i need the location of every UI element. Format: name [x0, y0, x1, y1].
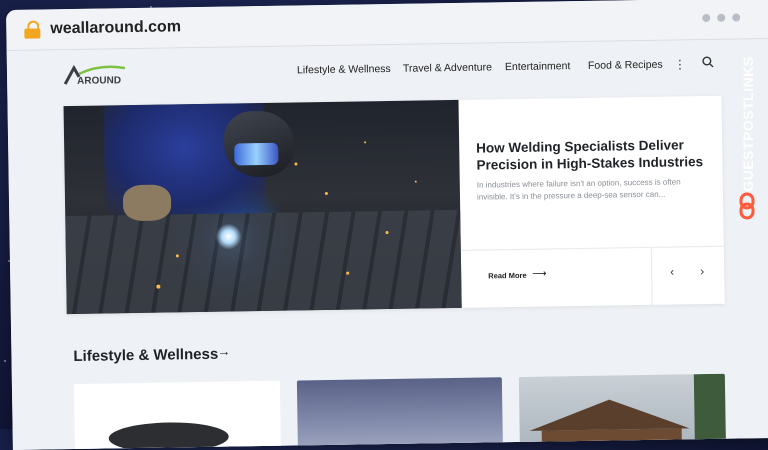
- search-icon[interactable]: [702, 56, 714, 68]
- arrow-right-icon[interactable]: ⟶: [532, 269, 547, 280]
- nav-lifestyle-wellness[interactable]: Lifestyle & Wellness: [297, 63, 391, 76]
- divider: [650, 246, 653, 305]
- post-card[interactable]: [518, 373, 727, 450]
- nav-travel-adventure[interactable]: Travel & Adventure: [403, 61, 492, 74]
- post-card[interactable]: [296, 377, 504, 450]
- arrow-right-icon[interactable]: →: [217, 344, 230, 359]
- section-title[interactable]: Lifestyle & Wellness: [73, 346, 218, 365]
- hero-image[interactable]: [63, 99, 462, 315]
- star: [4, 360, 6, 362]
- window-controls: [702, 13, 741, 23]
- web-page: AROUND Lifestyle & Wellness Travel & Adv…: [6, 38, 768, 450]
- site-header: AROUND Lifestyle & Wellness Travel & Adv…: [7, 40, 728, 103]
- nav-food-recipes[interactable]: Food & Recipes: [588, 59, 663, 72]
- hero-title[interactable]: How Welding Specialists Deliver Precisio…: [476, 136, 707, 174]
- lock-icon: [24, 20, 41, 39]
- window-dot[interactable]: [702, 13, 711, 23]
- window-dot[interactable]: [732, 13, 741, 22]
- divider: [460, 245, 724, 251]
- hero-excerpt: In industries where failure isn't an opt…: [476, 177, 681, 202]
- nav-entertainment[interactable]: Entertainment: [505, 60, 571, 73]
- prev-slide-button[interactable]: ‹: [670, 265, 674, 279]
- featured-post: How Welding Specialists Deliver Precisio…: [63, 95, 725, 315]
- read-more-link[interactable]: Read More: [488, 271, 526, 281]
- url-text[interactable]: weallaround.com: [50, 18, 181, 38]
- next-slide-button[interactable]: ›: [700, 264, 704, 278]
- kebab-icon[interactable]: ⋮: [674, 57, 686, 71]
- post-card[interactable]: [73, 380, 282, 450]
- watermark-text: GUESTPOSTLINKS: [740, 56, 756, 192]
- window-dot[interactable]: [717, 13, 726, 22]
- logo-text: AROUND: [77, 75, 121, 87]
- link-logo-icon: [739, 192, 755, 220]
- site-logo[interactable]: AROUND: [63, 63, 135, 88]
- watermark: GUESTPOSTLINKS: [736, 36, 760, 226]
- browser-window: weallaround.com AROUND Lifestyle & Welln…: [6, 0, 768, 450]
